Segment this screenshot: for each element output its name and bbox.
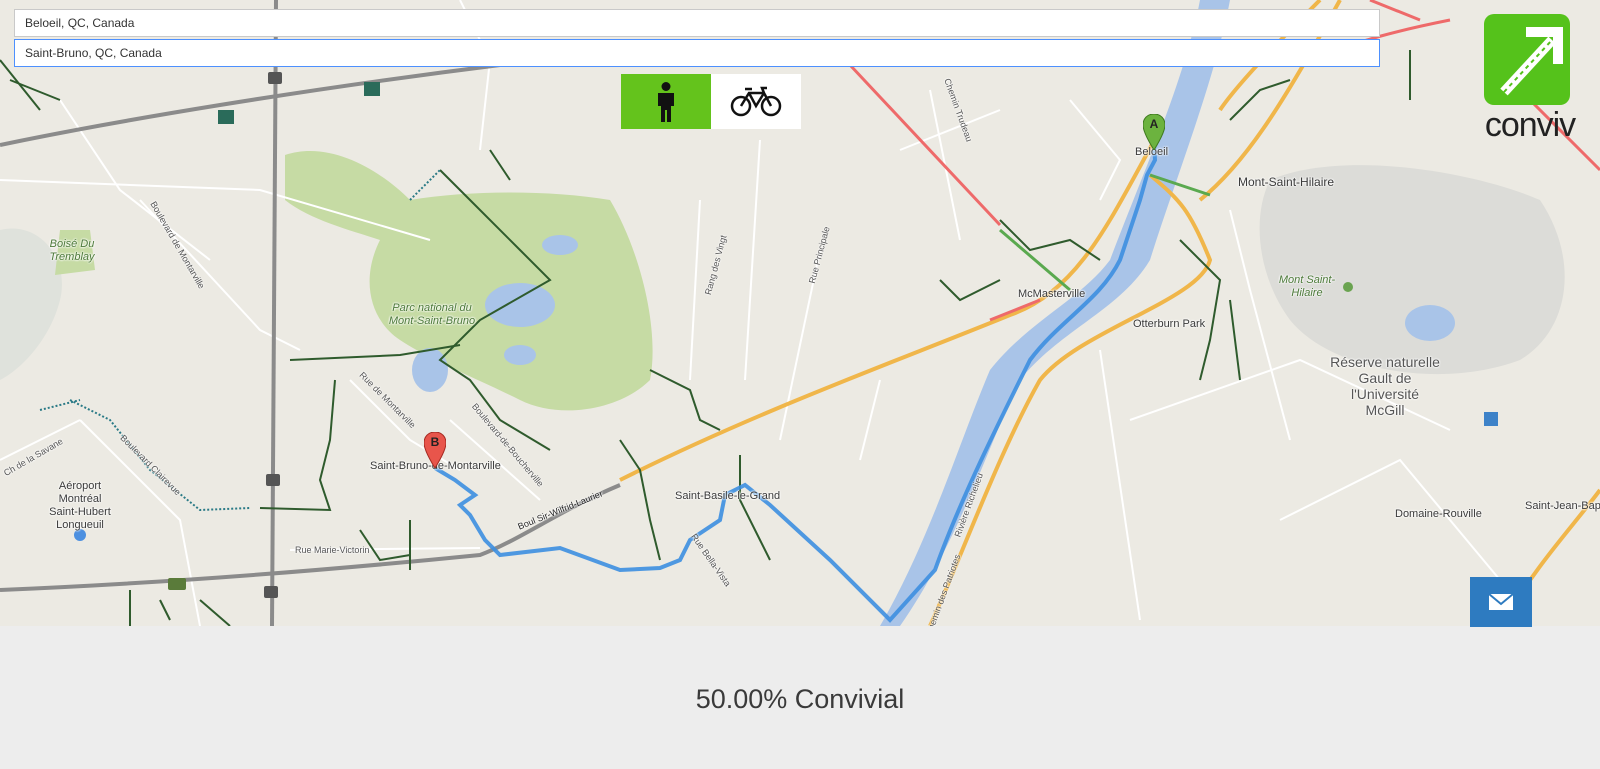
label-boise-du-tremblay: Boisé Du Tremblay (49, 238, 95, 263)
route-end-marker[interactable]: B (423, 431, 447, 469)
contact-mail-button[interactable] (1470, 577, 1532, 627)
label-otterburn-park: Otterburn Park (1133, 318, 1206, 330)
marker-end-label: B (430, 435, 440, 449)
label-mont-saint-hilaire: Mont-Saint-Hilaire (1238, 175, 1335, 189)
bicycle-icon (730, 86, 782, 116)
label-reserve-gault: Réserve naturelle Gault de l'Université … (1330, 354, 1440, 418)
label-mont-saint-hilaire-peak: Mont Saint-Hilaire (1278, 274, 1336, 299)
label-mcmasterville: McMasterville (1018, 288, 1086, 300)
route-start-marker[interactable]: A (1142, 113, 1166, 151)
conviviality-score: 50.00% Convivial (695, 684, 905, 714)
brand-name: conviv (1484, 106, 1576, 144)
envelope-icon (1488, 593, 1514, 610)
label-saint-jean: Saint-Jean-Bap (1525, 500, 1600, 512)
label-domaine-rouville: Domaine-Rouville (1395, 508, 1482, 520)
pedestrian-icon (658, 81, 674, 122)
destination-address-input[interactable] (14, 39, 1380, 67)
label-aeroport: Aéroport Montréal Saint-Hubert Longueuil (49, 480, 111, 531)
label-parc-national: Parc national du Mont-Saint-Bruno (388, 302, 476, 327)
arrow-logo-icon (1484, 14, 1570, 105)
origin-address-input[interactable] (14, 9, 1380, 37)
conviv-logo: conviv (1470, 12, 1590, 144)
marker-start-label: A (1149, 117, 1159, 131)
walk-mode-button[interactable] (621, 74, 711, 129)
label-rue-marie-victorin: Rue Marie-Victorin (295, 545, 370, 555)
label-saint-basile: Saint-Basile-le-Grand (675, 490, 781, 502)
bike-mode-button[interactable] (711, 74, 801, 129)
